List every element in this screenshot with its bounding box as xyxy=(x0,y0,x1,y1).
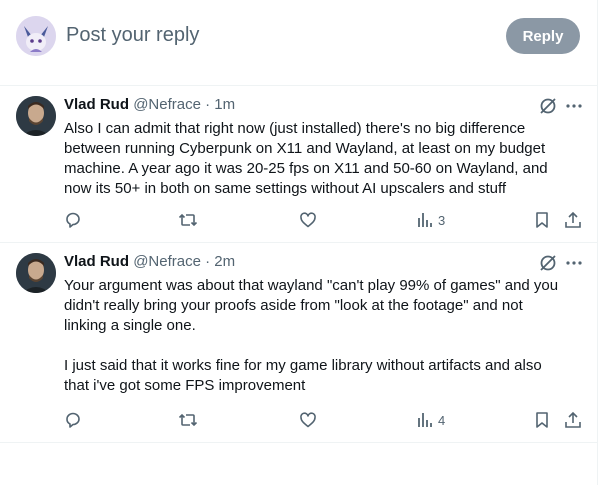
reply-icon xyxy=(64,211,82,229)
grok-icon[interactable] xyxy=(538,253,558,273)
reply-icon xyxy=(64,411,82,429)
tweet[interactable]: Vlad Rud @Nefrace · 2m Your argument was… xyxy=(0,243,598,443)
repost-icon xyxy=(178,211,198,229)
tweet-text-line: I just said that it works fine for my ga… xyxy=(64,357,542,374)
reply-composer: Post your reply Reply xyxy=(0,0,597,86)
views-count: 3 xyxy=(438,212,446,228)
share-action[interactable] xyxy=(564,411,582,429)
views-action[interactable]: 3 xyxy=(416,211,445,229)
reply-button[interactable]: Reply xyxy=(506,18,580,54)
tweet-header-actions xyxy=(538,96,584,116)
tweet-text-line: now its 50+ in both on same settings wit… xyxy=(64,180,507,197)
tweet-text: Your argument was about that wayland "ca… xyxy=(64,276,584,396)
author-name[interactable]: Vlad Rud xyxy=(64,253,129,270)
repost-action[interactable] xyxy=(178,211,198,229)
tweet-header-actions xyxy=(538,253,584,273)
grok-icon[interactable] xyxy=(538,96,558,116)
views-icon xyxy=(416,211,434,229)
tweet-actions: 3 xyxy=(64,211,584,231)
like-action[interactable] xyxy=(299,411,317,429)
timestamp[interactable]: 2m xyxy=(214,253,235,270)
author-handle[interactable]: @Nefrace xyxy=(133,253,201,270)
avatar[interactable] xyxy=(16,253,56,293)
avatar[interactable] xyxy=(16,96,56,136)
tweet-actions: 4 xyxy=(64,411,584,431)
tweet-header: Vlad Rud @Nefrace · 1m xyxy=(64,96,235,113)
tweet-text-line: machine. A year ago it was 20-25 fps on … xyxy=(64,160,548,177)
bookmark-action[interactable] xyxy=(533,411,551,429)
views-action[interactable]: 4 xyxy=(416,411,445,429)
author-name[interactable]: Vlad Rud xyxy=(64,96,129,113)
tweet-text-line: that i've got some FPS improvement xyxy=(64,377,306,394)
tweet[interactable]: Vlad Rud @Nefrace · 1m Also I can admit … xyxy=(0,86,598,243)
share-action[interactable] xyxy=(564,211,582,229)
timestamp[interactable]: 1m xyxy=(214,96,235,113)
views-count: 4 xyxy=(438,412,446,428)
author-handle[interactable]: @Nefrace xyxy=(133,96,201,113)
tweet-text: Also I can admit that right now (just in… xyxy=(64,119,584,199)
repost-action[interactable] xyxy=(178,411,198,429)
tweet-text-line: linking a single one. xyxy=(64,317,196,334)
more-icon[interactable] xyxy=(564,96,584,116)
separator-dot: · xyxy=(205,253,211,270)
reply-action[interactable] xyxy=(64,411,82,429)
bookmark-icon xyxy=(533,411,551,429)
tweet-text-line: between running Cyberpunk on X11 and Way… xyxy=(64,140,546,157)
share-icon xyxy=(564,211,582,229)
like-action[interactable] xyxy=(299,211,317,229)
tweet-text-line: Also I can admit that right now (just in… xyxy=(64,120,526,137)
reply-action[interactable] xyxy=(64,211,82,229)
avatar[interactable] xyxy=(16,16,56,56)
more-icon[interactable] xyxy=(564,253,584,273)
tweet-header: Vlad Rud @Nefrace · 2m xyxy=(64,253,235,270)
tweet-text-line: didn't really bring your proofs aside fr… xyxy=(64,297,523,314)
bookmark-action[interactable] xyxy=(533,211,551,229)
like-icon xyxy=(299,411,317,429)
views-icon xyxy=(416,411,434,429)
tweet-text-blank-line xyxy=(64,336,584,356)
reply-thread: Post your reply Reply Vlad Rud @Nefrace … xyxy=(0,0,598,485)
bookmark-icon xyxy=(533,211,551,229)
like-icon xyxy=(299,211,317,229)
reply-input[interactable]: Post your reply xyxy=(66,24,199,47)
share-icon xyxy=(564,411,582,429)
repost-icon xyxy=(178,411,198,429)
tweet-text-line: Your argument was about that wayland "ca… xyxy=(64,277,559,294)
separator-dot: · xyxy=(205,96,211,113)
